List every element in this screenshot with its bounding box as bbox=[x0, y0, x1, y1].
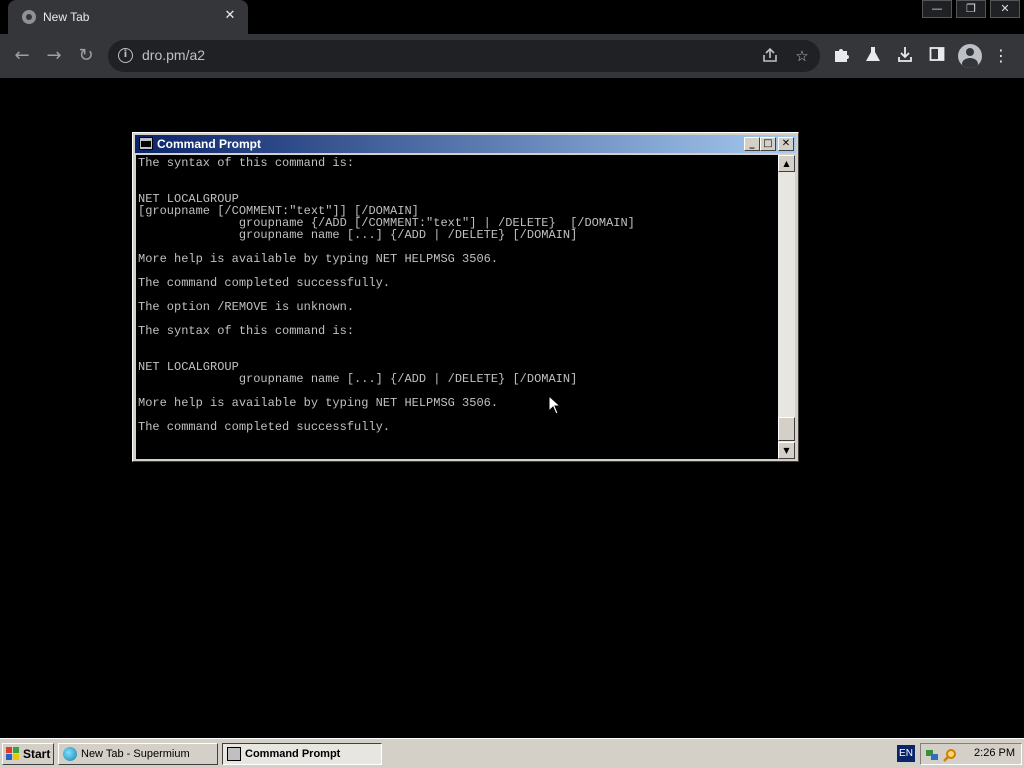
command-prompt-window[interactable]: Command Prompt _ □ ✕ The syntax of this … bbox=[132, 132, 799, 462]
console-line: The syntax of this command is: bbox=[138, 156, 355, 170]
reload-button[interactable]: ↻ bbox=[75, 45, 97, 67]
vertical-scrollbar[interactable]: ▲ ▼ bbox=[778, 155, 795, 459]
console-line: The command completed successfully. bbox=[138, 276, 391, 290]
tab-new-tab[interactable]: New Tab ✕ bbox=[8, 0, 248, 34]
taskbar-item-label: New Tab - Supermium bbox=[81, 748, 190, 760]
address-bar[interactable]: i dro.pm/a2 ☆ bbox=[108, 40, 820, 72]
console-line: More help is available by typing NET HEL… bbox=[138, 252, 499, 266]
windows-logo-icon bbox=[6, 747, 20, 761]
console-line: groupname name [...] {/ADD | /DELETE} [/… bbox=[138, 372, 578, 386]
window-close-button[interactable]: ✕ bbox=[990, 0, 1020, 18]
cmd-title: Command Prompt bbox=[157, 137, 262, 151]
console-icon bbox=[139, 137, 153, 150]
site-info-icon[interactable]: i bbox=[118, 48, 133, 63]
browser-chrome: New Tab ✕ — ❐ ✕ ← → ↻ i dro.pm/a2 ☆ ⋮ bbox=[0, 0, 1024, 78]
profile-icon[interactable] bbox=[958, 44, 982, 68]
language-indicator[interactable]: EN bbox=[897, 745, 915, 762]
address-url[interactable]: dro.pm/a2 bbox=[142, 47, 205, 63]
share-icon[interactable] bbox=[760, 46, 780, 66]
sidepanel-icon[interactable] bbox=[926, 45, 948, 67]
console-line: The command completed successfully. bbox=[138, 420, 391, 434]
labs-icon[interactable] bbox=[862, 45, 884, 67]
star-icon[interactable]: ☆ bbox=[792, 46, 812, 66]
cmd-close-button[interactable]: ✕ bbox=[778, 137, 794, 151]
window-controls: — ❐ ✕ bbox=[922, 0, 1024, 20]
taskbar-item-label: Command Prompt bbox=[245, 748, 341, 760]
scroll-thumb[interactable] bbox=[778, 417, 795, 441]
supermium-icon bbox=[63, 747, 77, 761]
cmd-minimize-button[interactable]: _ bbox=[744, 137, 760, 151]
taskbar: Start New Tab - Supermium Command Prompt… bbox=[0, 738, 1024, 768]
browser-toolbar: ← → ↻ i dro.pm/a2 ☆ ⋮ bbox=[0, 34, 1024, 78]
tab-title: New Tab bbox=[43, 10, 90, 24]
taskbar-clock: 2:26 PM bbox=[974, 747, 1015, 759]
window-restore-button[interactable]: ❐ bbox=[956, 0, 986, 18]
cmd-maximize-button[interactable]: □ bbox=[760, 137, 776, 151]
start-button[interactable]: Start bbox=[2, 743, 54, 765]
console-line: groupname name [...] {/ADD | /DELETE} [/… bbox=[138, 228, 578, 242]
console-line: The option /REMOVE is unknown. bbox=[138, 300, 355, 314]
console-icon bbox=[227, 747, 241, 761]
globe-icon bbox=[22, 10, 36, 24]
start-label: Start bbox=[23, 747, 51, 761]
network-icon[interactable] bbox=[925, 747, 939, 761]
cmd-titlebar[interactable]: Command Prompt _ □ ✕ bbox=[135, 135, 796, 153]
taskbar-item-supermium[interactable]: New Tab - Supermium bbox=[58, 743, 218, 765]
scroll-up-button[interactable]: ▲ bbox=[778, 155, 795, 172]
tab-strip: New Tab ✕ — ❐ ✕ bbox=[0, 0, 1024, 34]
console-output-area[interactable]: The syntax of this command is: NET LOCALG… bbox=[136, 155, 778, 459]
mouse-cursor-icon bbox=[548, 395, 562, 415]
download-icon[interactable] bbox=[894, 45, 916, 67]
search-icon[interactable] bbox=[943, 747, 957, 762]
back-button[interactable]: ← bbox=[11, 45, 33, 67]
tab-close-icon[interactable]: ✕ bbox=[222, 8, 238, 24]
forward-button[interactable]: → bbox=[43, 45, 65, 67]
extensions-icon[interactable] bbox=[830, 45, 852, 67]
console-line: The syntax of this command is: bbox=[138, 324, 355, 338]
window-minimize-button[interactable]: — bbox=[922, 0, 952, 18]
taskbar-item-command-prompt[interactable]: Command Prompt bbox=[222, 743, 382, 765]
system-tray: 2:26 PM bbox=[920, 743, 1022, 765]
scroll-down-button[interactable]: ▼ bbox=[778, 442, 795, 459]
menu-icon[interactable]: ⋮ bbox=[990, 45, 1012, 67]
